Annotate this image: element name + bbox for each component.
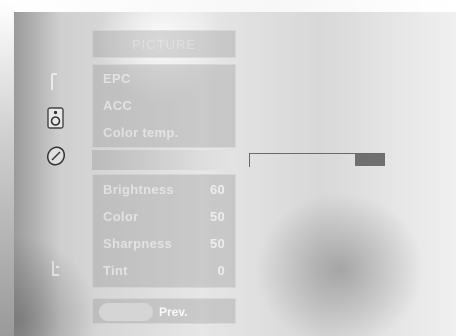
sound-icon[interactable]: [38, 106, 74, 130]
adjust-label: Tint: [103, 263, 128, 278]
menu-title: PICTURE: [131, 37, 197, 52]
selection-highlight: [92, 150, 236, 170]
top-edge: [0, 0, 456, 12]
menu-item-acc[interactable]: ACC: [103, 94, 132, 118]
adjust-row-brightness[interactable]: Brightness 60: [103, 177, 225, 203]
picture-adjust-list: Brightness 60 Color 50 Sharpness 50 Tint…: [92, 174, 236, 288]
adjust-row-color[interactable]: Color 50: [103, 204, 225, 230]
adjust-value: 50: [209, 209, 225, 224]
menu-icon-column: [38, 70, 74, 310]
adjust-label: Sharpness: [103, 236, 173, 251]
adjust-row-tint[interactable]: Tint 0: [103, 258, 225, 284]
picture-icon[interactable]: [38, 70, 74, 94]
slider-handle[interactable]: [355, 154, 385, 166]
picture-menu-list: EPC ACC Color temp.: [92, 64, 236, 148]
time-icon[interactable]: [38, 144, 74, 168]
adjust-slider[interactable]: [249, 153, 385, 167]
tv-osd-screen: PICTURE EPC ACC Color temp. Brightness 6…: [0, 0, 456, 336]
setup-icon[interactable]: [38, 256, 74, 280]
adjust-value: 50: [209, 236, 225, 251]
adjust-row-sharpness[interactable]: Sharpness 50: [103, 231, 225, 257]
left-edge: [0, 0, 14, 336]
menu-item-epc[interactable]: EPC: [103, 67, 131, 91]
adjust-value: 60: [209, 182, 225, 197]
footer-bar: Prev.: [92, 298, 236, 324]
adjust-value: 0: [217, 263, 225, 278]
menu-item-color-temp[interactable]: Color temp.: [103, 121, 179, 145]
adjust-label: Color: [103, 209, 139, 224]
menu-title-panel: PICTURE: [92, 30, 236, 58]
adjust-label: Brightness: [103, 182, 174, 197]
prev-label: Prev.: [159, 305, 188, 319]
prev-button[interactable]: [99, 303, 153, 321]
